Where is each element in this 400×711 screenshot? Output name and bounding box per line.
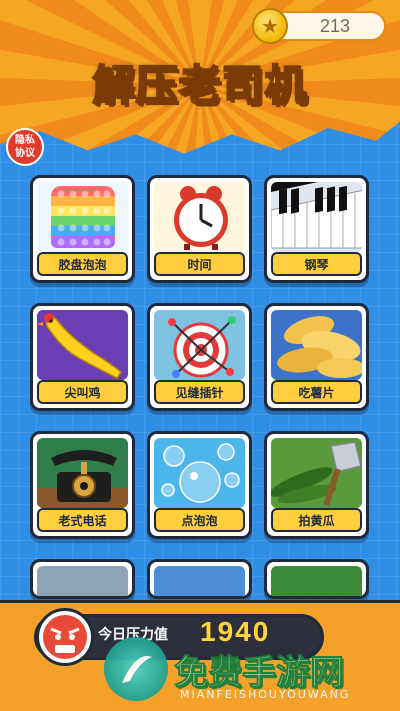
game-card-bubbles[interactable]: 点泡泡 [147,431,252,539]
star-coin-icon: ★ [252,8,288,44]
privacy-line2: 协议 [15,148,35,159]
game-label: 吃薯片 [271,380,362,404]
watermark-subtitle: MIANFEISHOUYOUWANG [180,688,351,701]
piano-icon [271,182,362,252]
vintage-phone-icon [37,438,128,508]
app-title: 解压老司机 [74,50,326,114]
game-label: 胶盘泡泡 [37,252,128,276]
game-card-time[interactable]: 时间 [147,175,252,283]
game-label: 见缝插针 [154,380,245,404]
rubber-chicken-icon [37,310,128,380]
pop-it-icon [37,182,128,252]
game-label: 尖叫鸡 [37,380,128,404]
privacy-line1: 隐私 [15,135,35,146]
game-card-piano[interactable]: 钢琴 [264,175,369,283]
game-label: 拍黄瓜 [271,508,362,532]
watermark-title: 免费手游网 [174,652,345,693]
game-card-vintage-phone[interactable]: 老式电话 [30,431,135,539]
coin-value: 213 [319,15,350,36]
game-card-screaming-chicken[interactable]: 尖叫鸡 [30,303,135,411]
game-card-partial-2[interactable] [147,559,252,599]
game-label: 钢琴 [271,252,362,276]
privacy-policy-button[interactable]: 隐私 协议 [6,128,44,166]
app-title-text: 解压老司机 [91,60,308,111]
game-card-pop-it[interactable]: 胶盘泡泡 [30,175,135,283]
bubble-wrap-icon [37,566,128,596]
alarm-clock-icon [154,182,245,252]
game-card-pin-insert[interactable]: 见缝插针 [147,303,252,411]
bubbles-icon [154,438,245,508]
game-grid: 胶盘泡泡 时间 钢琴 尖叫鸡 见缝插针 吃薯片 老式电话 点泡泡 拍黄瓜 [30,175,370,599]
game-label: 老式电话 [37,508,128,532]
cucumber-icon [271,438,362,508]
game-label: 点泡泡 [154,508,245,532]
game-card-partial-3[interactable] [264,559,369,599]
watermark-logo-icon [104,637,168,701]
game-card-cucumber[interactable]: 拍黄瓜 [264,431,369,539]
wood-box-icon [154,566,245,596]
watermark: 免费手游网 MIANFEISHOUYOUWANG [104,634,394,704]
leaf-icon [271,566,362,596]
game-label: 时间 [154,252,245,276]
game-card-potato-chips[interactable]: 吃薯片 [264,303,369,411]
target-pins-icon [154,310,245,380]
potato-chips-icon [271,310,362,380]
game-card-partial-1[interactable] [30,559,135,599]
angry-face-icon [36,608,94,666]
